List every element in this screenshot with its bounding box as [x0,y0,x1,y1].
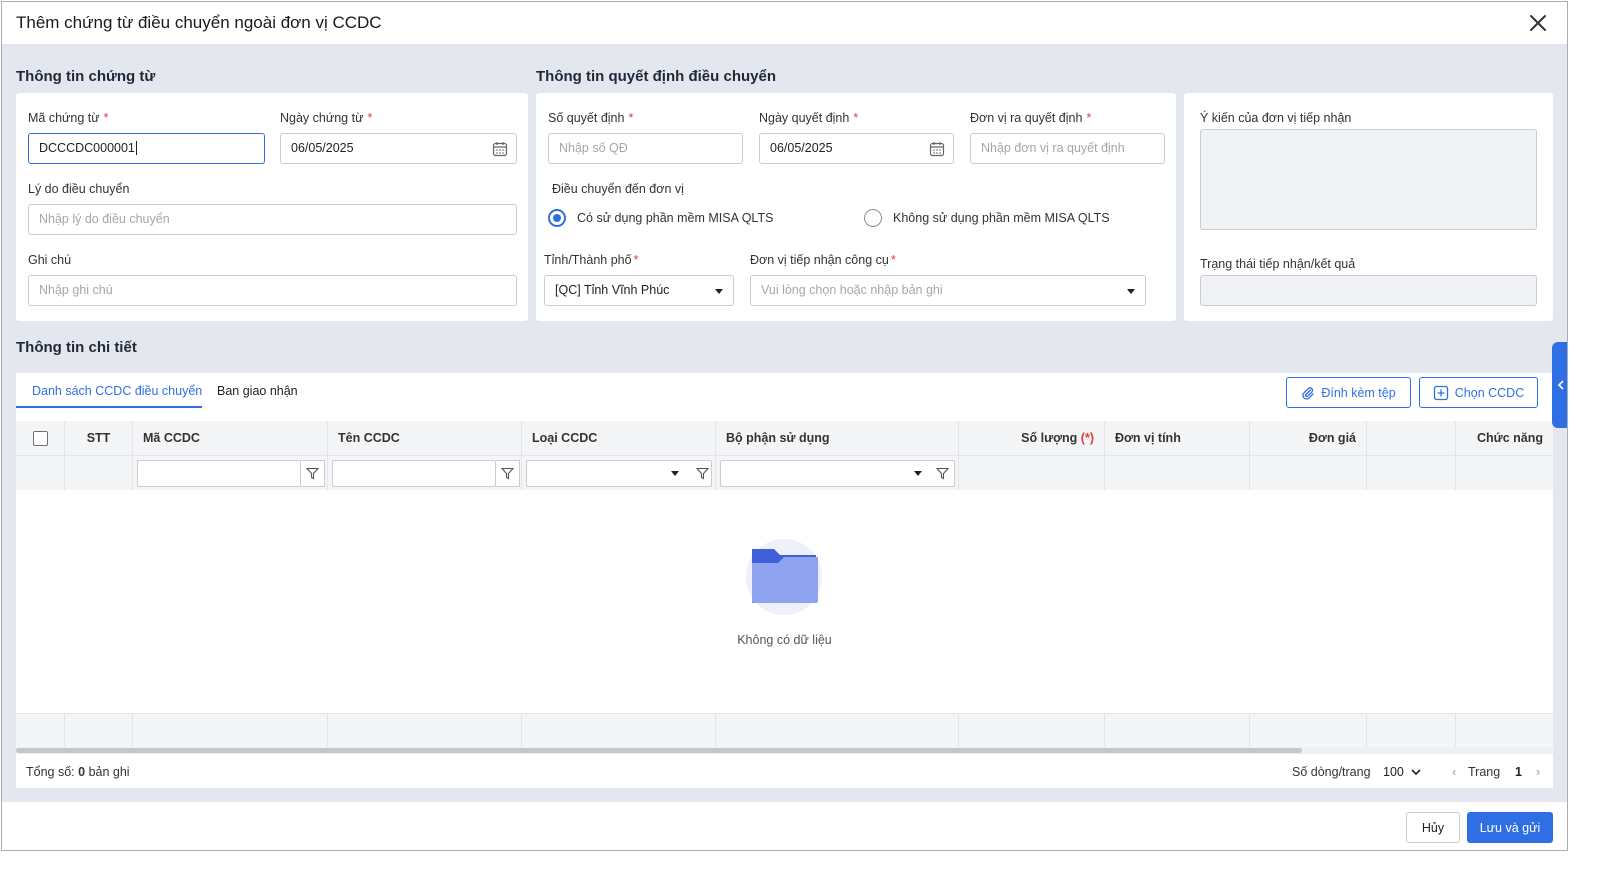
reason-input[interactable]: Nhập lý do điều chuyển [28,204,517,235]
attach-file-button[interactable]: Đính kèm tệp [1286,377,1411,408]
select-all-checkbox[interactable] [33,431,48,446]
status-input [1200,275,1537,306]
horizontal-scrollbar[interactable] [16,747,1553,754]
col-type[interactable]: Loại CCDC [522,421,716,456]
chevron-down-icon[interactable] [1127,289,1135,294]
prev-page-button[interactable]: ‹ [1452,764,1456,779]
voucher-code-input[interactable]: DCCCDC000001 [28,133,265,164]
decision-date-input[interactable]: 06/05/2025 [759,133,954,164]
decision-info-card: Số quyết định * Nhập số QĐ Ngày quyết địn… [536,93,1176,321]
tab-handover-committee[interactable]: Ban giao nhận [217,384,298,398]
voucher-date-label: Ngày chứng từ * [280,111,373,125]
radio-not-uses-misa[interactable] [864,209,882,227]
filter-icon[interactable] [301,460,325,487]
choose-ccdc-button[interactable]: Chọn CCDC [1419,377,1538,408]
total-records: Tổng số: 0 bản ghi [26,765,130,779]
receiver-select[interactable]: Vui lòng chọn hoặc nhập bản ghi [750,275,1146,306]
province-label: Tỉnh/Thành phố * [544,253,639,267]
page-label: Trang [1468,765,1501,779]
rows-per-page-label: Số dòng/trang [1292,765,1371,779]
col-stt: STT [65,421,133,456]
voucher-date-input[interactable]: 06/05/2025 [280,133,517,164]
note-label: Ghi chú [28,253,72,267]
chevron-down-icon[interactable] [715,289,723,294]
col-spacer [1367,421,1456,456]
empty-folder-icon [746,539,822,615]
grid-header: STT Mã CCDC Tên CCDC Loại CCDC Bộ phận s… [16,421,1553,456]
close-icon[interactable] [1527,12,1549,34]
radio-uses-misa-label[interactable]: Có sử dụng phần mềm MISA QLTS [577,211,773,225]
grid-summary-row [16,713,1553,748]
tab-transfer-list[interactable]: Danh sách CCDC điều chuyển [32,384,202,398]
calendar-icon[interactable] [492,141,508,157]
radio-not-uses-misa-label[interactable]: Không sử dụng phần mềm MISA QLTS [893,211,1110,225]
dialog-title: Thêm chứng từ điều chuyển ngoài đơn vị C… [16,13,382,32]
voucher-code-label: Mã chứng từ * [28,111,109,125]
opinion-textarea [1200,129,1537,230]
receiver-feedback-card: Ý kiến của đơn vị tiếp nhận Trạng thái t… [1184,93,1553,321]
col-price[interactable]: Đơn giá [1250,421,1367,456]
next-page-button[interactable]: › [1536,764,1540,779]
col-unit[interactable]: Đơn vị tính [1105,421,1250,456]
add-box-icon [1433,385,1448,400]
filter-icon[interactable] [496,460,520,487]
save-and-send-button[interactable]: Lưu và gửi [1467,812,1553,843]
voucher-info-card: Mã chứng từ * DCCCDC000001 Ngày chứng từ *… [16,93,528,321]
paperclip-icon [1302,386,1314,400]
col-function: Chức năng [1477,431,1543,445]
department-filter-select[interactable] [720,460,955,487]
filter-icon[interactable] [930,460,954,487]
voucher-info-title: Thông tin chứng từ [16,68,156,85]
name-filter-input[interactable] [332,460,496,487]
chevron-down-icon[interactable] [914,471,922,476]
decision-issuer-label: Đơn vị ra quyết định * [970,111,1092,125]
detail-title: Thông tin chi tiết [16,339,137,356]
opinion-label: Ý kiến của đơn vị tiếp nhận [1200,111,1352,125]
transfer-to-label: Điều chuyển đến đơn vị [552,182,684,196]
page-number: 1 [1515,765,1522,779]
decision-info-title: Thông tin quyết định điều chuyển [536,68,776,85]
dialog-footer [2,802,1567,850]
chevron-down-icon[interactable] [671,471,679,476]
empty-state-text: Không có dữ liệu [737,633,832,647]
decision-number-label: Số quyết định * [548,111,634,125]
cancel-button[interactable]: Hủy [1406,812,1460,843]
select-all-cell [16,421,65,456]
code-filter-input[interactable] [137,460,301,487]
decision-number-input[interactable]: Nhập số QĐ [548,133,743,164]
grid-body: Không có dữ liệu [16,490,1553,713]
dialog-header: Thêm chứng từ điều chuyển ngoài đơn vị C… [2,2,1567,45]
side-panel-toggle[interactable] [1552,342,1567,428]
receiver-label: Đơn vị tiếp nhận công cụ * [750,253,896,267]
type-filter-select[interactable] [526,460,712,487]
status-label: Trạng thái tiếp nhận/kết quả [1200,257,1356,271]
decision-date-label: Ngày quyết định * [759,111,859,125]
reason-label: Lý do điều chuyển [28,182,130,196]
add-transfer-dialog: Thêm chứng từ điều chuyển ngoài đơn vị C… [1,1,1568,851]
filter-icon[interactable] [690,460,714,487]
calendar-icon[interactable] [929,141,945,157]
decision-issuer-input[interactable]: Nhập đơn vị ra quyết định [970,133,1165,164]
chevron-left-icon [1557,380,1564,390]
detail-tabs: Danh sách CCDC điều chuyển Ban giao nhận… [16,373,1553,421]
pager-bar: Tổng số: 0 bản ghi Số dòng/trang 100 ‹ T… [16,754,1553,788]
col-department[interactable]: Bộ phận sử dụng [716,421,959,456]
grid-filter-row [16,456,1553,490]
radio-uses-misa[interactable] [548,209,566,227]
chevron-down-icon [1411,769,1421,776]
col-quantity[interactable]: Số lượng (*) [959,421,1105,456]
note-input[interactable]: Nhập ghi chú [28,275,517,306]
province-select[interactable]: [QC] Tỉnh Vĩnh Phúc [544,275,734,306]
col-name[interactable]: Tên CCDC [328,421,522,456]
rows-per-page-select[interactable]: 100 [1383,765,1421,779]
scrollbar-thumb[interactable] [16,748,1302,753]
col-code[interactable]: Mã CCDC [133,421,328,456]
active-tab-indicator [16,406,202,408]
